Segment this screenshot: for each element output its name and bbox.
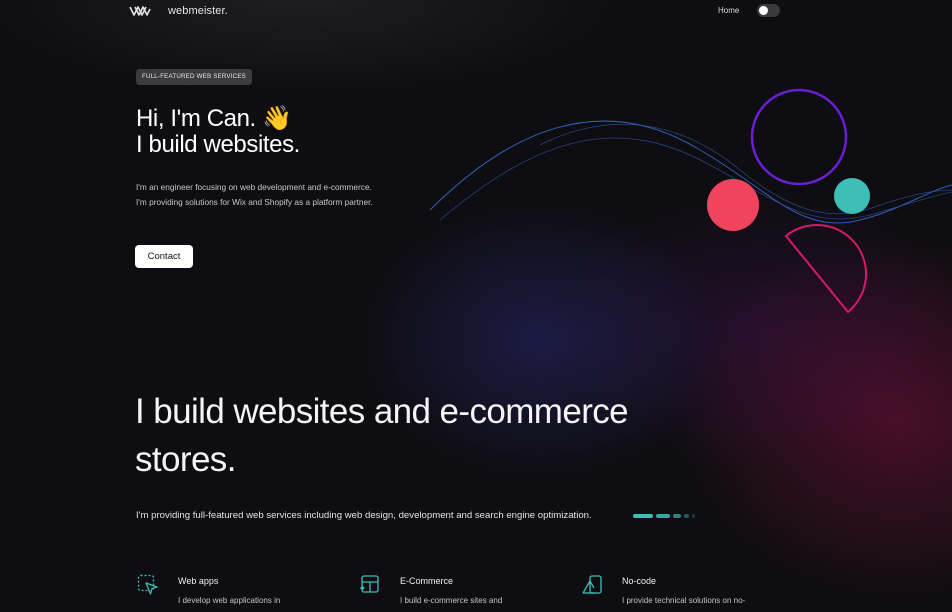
feature-title: E-Commerce	[400, 576, 454, 586]
hero-title-line-2: I build websites.	[136, 131, 300, 158]
indicator-dash	[684, 514, 689, 518]
section-title-line-2: stores.	[135, 440, 236, 479]
contact-button[interactable]: Contact	[135, 245, 193, 268]
logo-text[interactable]: webmeister.	[168, 5, 228, 17]
hero-description-line-1: I'm an engineer focusing on web developm…	[136, 182, 372, 192]
indicator-dash	[692, 514, 695, 518]
logo-icon[interactable]	[129, 4, 151, 18]
cursor-pointer-icon	[137, 574, 158, 595]
hero-description-line-2: I'm providing solutions for Wix and Shop…	[136, 196, 373, 207]
feature-title: Web apps	[178, 576, 219, 586]
feature-description: I build e-commerce sites and	[400, 596, 503, 605]
hero-title-line-1: Hi, I'm Can. 👋	[136, 105, 292, 132]
services-badge: FULL-FEATURED WEB SERVICES	[136, 69, 252, 85]
feature-description: I develop web applications in	[178, 596, 281, 605]
indicator-dash	[656, 514, 670, 518]
indicator-dash	[673, 514, 681, 518]
feature-description: I provide technical solutions on no-	[622, 596, 746, 605]
theme-toggle[interactable]	[757, 4, 780, 17]
feature-title: No-code	[622, 576, 657, 586]
toggle-knob	[759, 6, 768, 15]
hero-title: Hi, I'm Can. 👋 I build websites.	[136, 106, 300, 158]
shapes-icon	[582, 575, 602, 594]
nav-home-link[interactable]: Home	[718, 6, 739, 15]
section-title: I build websites and e-commerce stores.	[135, 388, 695, 484]
progress-indicator	[633, 514, 695, 518]
section-lead: I'm providing full-featured web services…	[136, 510, 592, 521]
layout-icon	[360, 575, 379, 593]
section-title-line-1: I build websites and e-commerce	[135, 392, 629, 431]
indicator-dash	[633, 514, 653, 518]
hero-description: I'm an engineer focusing on web developm…	[136, 180, 373, 209]
